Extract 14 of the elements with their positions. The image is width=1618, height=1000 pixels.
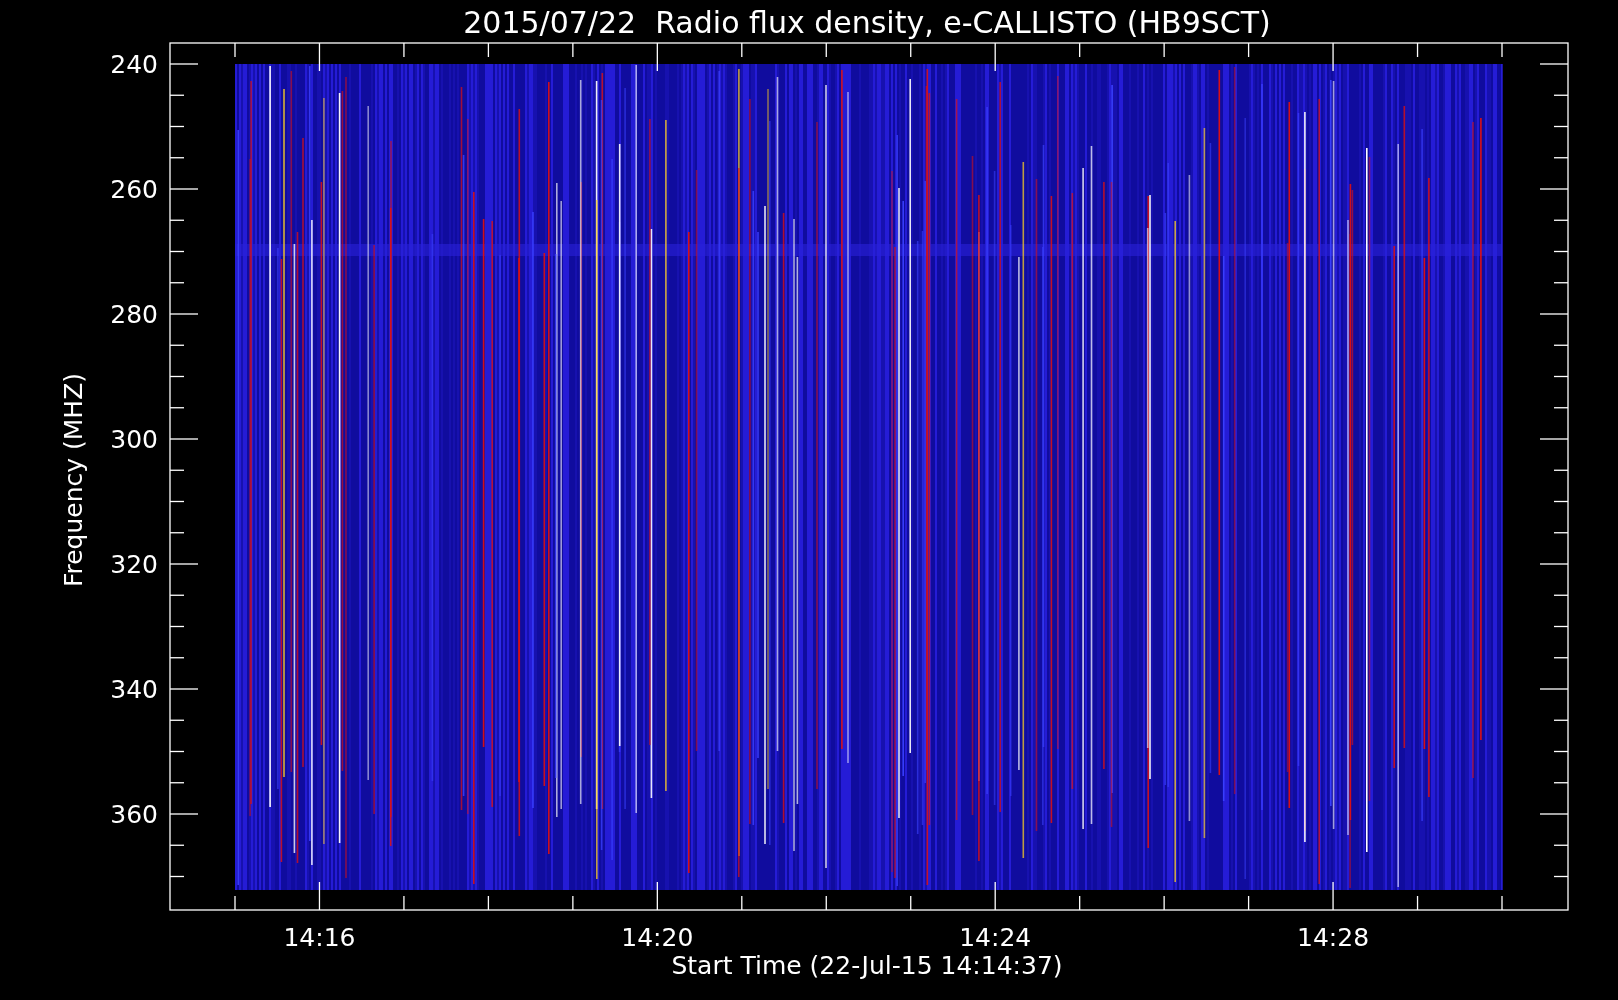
tick-label: 340	[110, 675, 158, 704]
tick-label: 14:28	[1297, 923, 1370, 952]
tick-label: 14:20	[621, 923, 694, 952]
tick-label: 360	[110, 800, 158, 829]
chart-title: 2015/07/22 Radio flux density, e-CALLISTO (HB9SCT)	[463, 5, 1271, 40]
axis-label: Start Time (22-Jul-15 14:14:37)	[671, 951, 1063, 980]
tick-label: 14:24	[959, 923, 1032, 952]
axis-label: Frequency (MHZ)	[59, 372, 88, 588]
tick-label: 260	[110, 175, 158, 204]
tick-label: 240	[110, 50, 158, 79]
tick-label: 280	[110, 300, 158, 329]
tick-label: 300	[110, 425, 158, 454]
tick-label: 320	[110, 550, 158, 579]
tick-label: 14:16	[283, 923, 356, 952]
